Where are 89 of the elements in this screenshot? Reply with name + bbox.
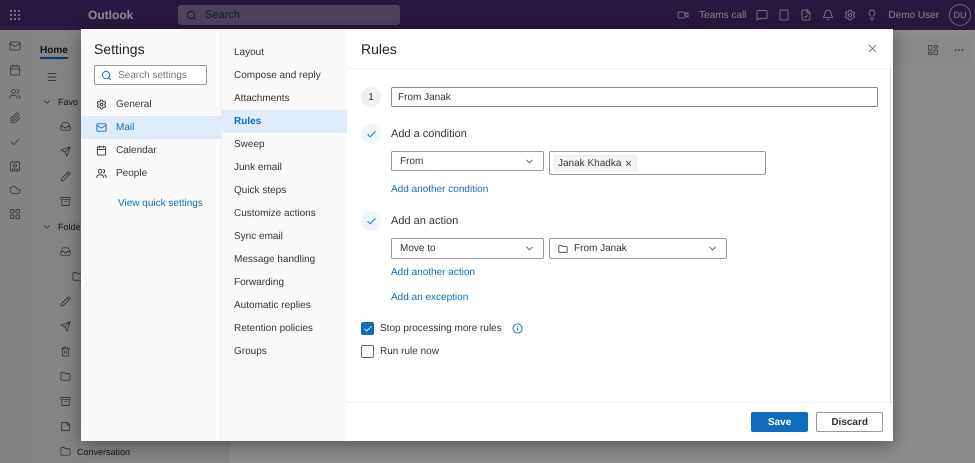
checkbox-label: Stop processing more rules	[380, 323, 502, 334]
folder-name[interactable]: Conversation	[77, 446, 130, 456]
save-button[interactable]: Save	[750, 412, 808, 432]
settings-subcategory[interactable]: Layout	[222, 41, 347, 64]
section-heading: Favo	[58, 96, 78, 106]
settings-icon[interactable]	[844, 9, 856, 21]
check-icon	[366, 128, 376, 140]
people-picker-field[interactable]: Janak Khadka	[549, 151, 766, 175]
settings-subcategory[interactable]: Customize actions	[222, 202, 347, 225]
inbox-icon[interactable]	[60, 121, 71, 132]
settings-subcategory[interactable]: Rules	[222, 110, 347, 133]
checkbox-label: Run rule now	[380, 346, 439, 357]
section-heading: Folde	[58, 222, 81, 232]
search-icon	[186, 10, 197, 20]
people-icon	[96, 168, 107, 179]
settings-subcategory[interactable]: Automatic replies	[222, 294, 347, 317]
device-icon[interactable]	[778, 9, 790, 21]
inbox-icon[interactable]	[60, 246, 71, 257]
add-link[interactable]: Add another condition	[391, 184, 878, 195]
app-icon[interactable]	[9, 160, 21, 172]
checkbox[interactable]	[361, 322, 374, 335]
paperclip-icon[interactable]	[9, 112, 21, 124]
settings-subcategory[interactable]: Compose and reply	[222, 64, 347, 87]
settings-category[interactable]: People	[81, 162, 221, 185]
discard-button[interactable]: Discard	[816, 412, 883, 432]
dropdown[interactable]: From	[391, 151, 544, 171]
home-tab[interactable]: Home	[40, 44, 68, 58]
grid-icon[interactable]	[927, 44, 939, 56]
lightbulb-icon[interactable]	[866, 9, 878, 21]
step-number: 1	[361, 87, 381, 107]
settings-subcategory[interactable]: Sweep	[222, 133, 347, 156]
settings-subcategory[interactable]: Quick steps	[222, 179, 347, 202]
settings-subcategory[interactable]: Forwarding	[222, 271, 347, 294]
pencil-icon[interactable]	[60, 171, 71, 182]
settings-category[interactable]: Calendar	[81, 139, 221, 162]
people-icon[interactable]	[9, 88, 21, 100]
check-icon	[362, 324, 372, 334]
trash-icon[interactable]	[60, 346, 71, 357]
settings-subcategory[interactable]: Message handling	[222, 248, 347, 271]
step-heading: Add an action	[391, 215, 458, 227]
settings-category[interactable]: Mail	[81, 116, 221, 139]
settings-subcategory[interactable]: Attachments	[222, 87, 347, 110]
bell-icon[interactable]	[822, 9, 834, 21]
gear-icon	[96, 99, 107, 110]
calendar-icon	[96, 145, 107, 156]
remove-icon[interactable]	[624, 158, 634, 168]
archive-icon[interactable]	[60, 396, 71, 407]
user-name: Demo User	[888, 10, 939, 20]
settings-subcategory[interactable]: Sync email	[222, 225, 347, 248]
app-launcher-icon[interactable]	[8, 8, 22, 22]
settings-subcategory[interactable]: Groups	[222, 340, 347, 363]
folder-dropdown[interactable]: From Janak	[549, 238, 727, 259]
check-icon	[366, 216, 376, 226]
mail-icon[interactable]	[9, 40, 21, 52]
chat-icon[interactable]	[756, 9, 768, 21]
check-icon[interactable]	[9, 136, 21, 148]
settings-subcategory[interactable]: Junk email	[222, 156, 347, 179]
app-name: Outlook	[88, 8, 134, 22]
archive-icon[interactable]	[60, 196, 71, 207]
note-icon[interactable]	[800, 9, 812, 21]
search-icon	[101, 70, 112, 80]
note-icon[interactable]	[60, 421, 71, 432]
mail-icon	[96, 122, 107, 133]
apps-icon[interactable]	[9, 208, 21, 220]
send-icon[interactable]	[60, 146, 71, 157]
calendar-icon[interactable]	[9, 64, 21, 76]
add-link[interactable]: Add another action	[391, 267, 878, 278]
settings-title: Settings	[93, 41, 146, 57]
rules-title: Rules	[361, 40, 397, 56]
checkbox[interactable]	[361, 345, 374, 358]
pencil-icon[interactable]	[60, 296, 71, 307]
video-icon[interactable]	[677, 9, 690, 21]
user-avatar[interactable]: DU	[949, 4, 971, 26]
add-exception-link[interactable]: Add an exception	[391, 292, 878, 303]
person-chip[interactable]: Janak Khadka	[554, 154, 638, 172]
settings-category[interactable]: General	[81, 93, 221, 116]
rule-name-field[interactable]: From Janak	[391, 87, 878, 107]
menu-icon[interactable]	[46, 70, 58, 82]
settings-subcategory[interactable]: Retention policies	[222, 317, 347, 340]
close-icon[interactable]	[866, 42, 879, 55]
info-icon[interactable]	[512, 323, 523, 334]
view-quick-settings-link[interactable]: View quick settings	[118, 198, 221, 209]
folder-icon	[558, 244, 568, 254]
dropdown[interactable]: Move to	[391, 238, 544, 259]
settings-search-field[interactable]: Search settings	[94, 65, 207, 85]
teams-call-label[interactable]: Teams call	[699, 10, 746, 20]
send-icon[interactable]	[60, 321, 71, 332]
step-heading: Add a condition	[391, 128, 467, 140]
cloud-icon[interactable]	[9, 184, 21, 196]
